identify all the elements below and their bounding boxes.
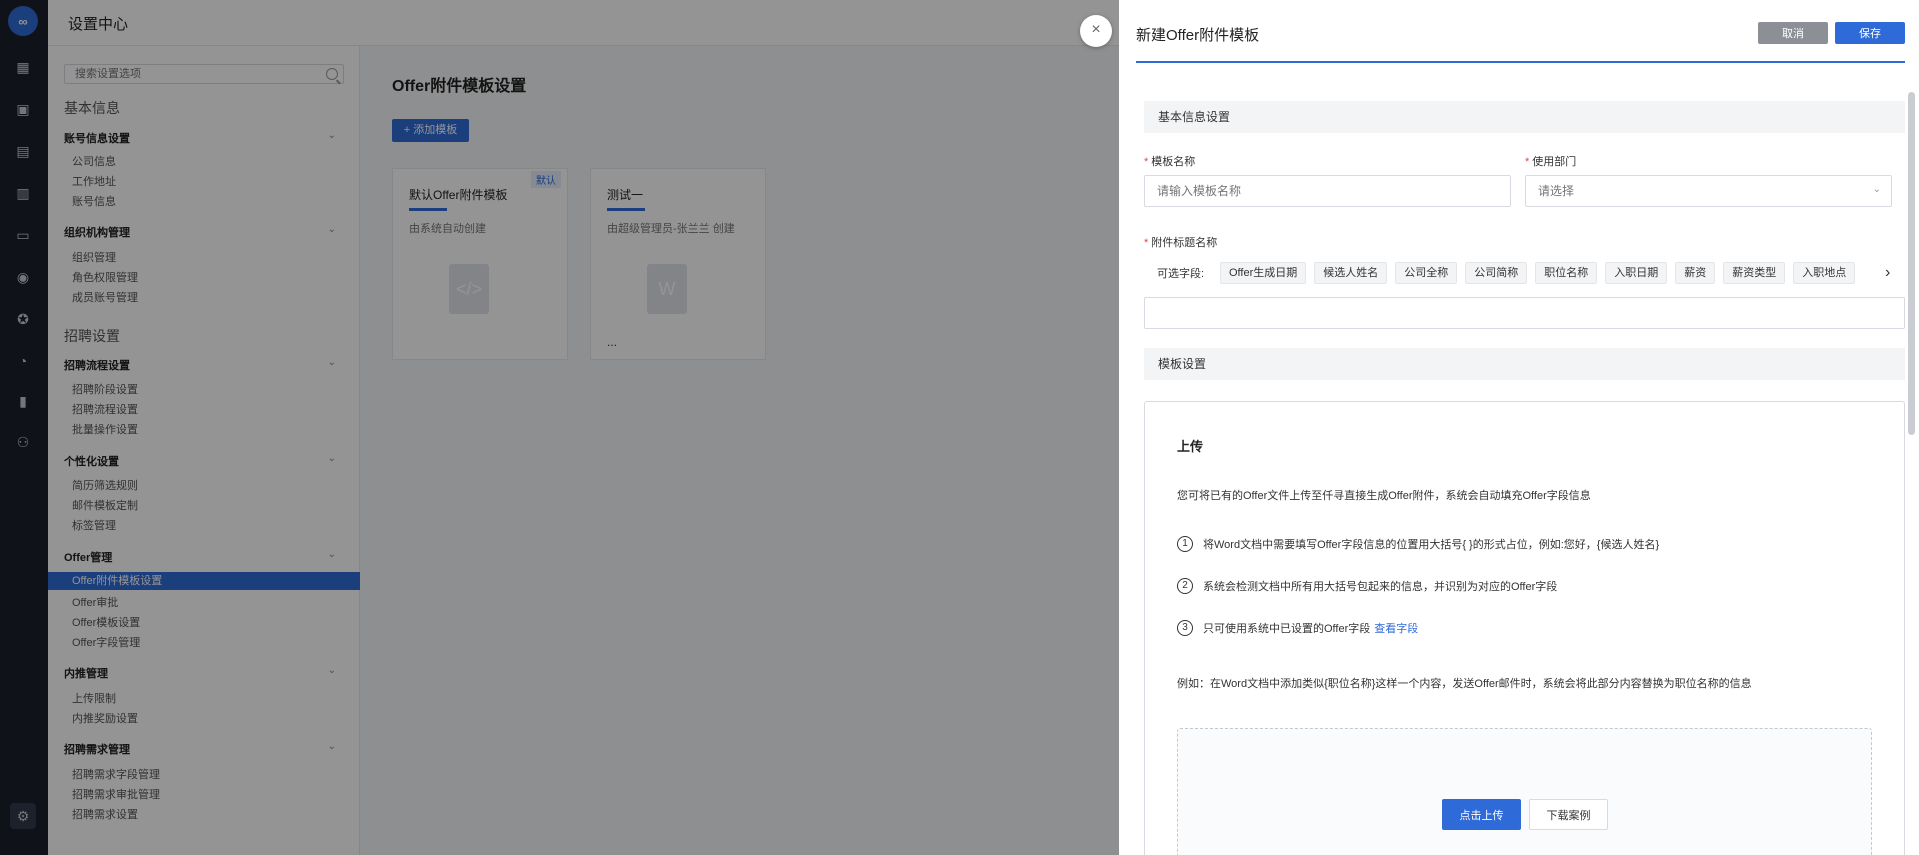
basic-info-section: 基本信息设置: [1144, 101, 1905, 133]
upload-dropzone[interactable]: [1177, 728, 1872, 855]
dept-select-input[interactable]: [1526, 176, 1891, 206]
attach-title-input[interactable]: [1145, 298, 1904, 328]
field-chip[interactable]: 公司简称: [1465, 262, 1528, 284]
dept-label: * 使用部门: [1525, 156, 1577, 168]
template-name-field[interactable]: [1144, 175, 1511, 207]
upload-title: 上传: [1177, 439, 1204, 454]
new-template-drawer: 新建Offer附件模板 取消 保存 基本信息设置 *模板名称 *使用部门 ⌄ *…: [1119, 0, 1919, 855]
upload-button[interactable]: 点击上传: [1442, 799, 1521, 830]
upload-step-3: 3 只可使用系统中已设置的Offer字段 查看字段: [1177, 620, 1418, 636]
template-name-label: * 模板名称: [1144, 156, 1196, 168]
view-fields-link[interactable]: 查看字段: [1374, 620, 1418, 636]
optional-fields-label: 可选字段:: [1157, 268, 1205, 280]
field-chip[interactable]: 公司全称: [1395, 262, 1458, 284]
step-text: 系统会检测文档中所有用大括号包起来的信息，并识别为对应的Offer字段: [1203, 581, 1558, 593]
template-settings-section: 模板设置: [1144, 348, 1905, 380]
step-number: 2: [1177, 578, 1193, 594]
attach-title-field[interactable]: [1144, 297, 1905, 329]
drawer-title: 新建Offer附件模板: [1136, 27, 1260, 44]
field-chip[interactable]: 薪资: [1675, 262, 1716, 284]
upload-step-2: 2 系统会检测文档中所有用大括号包起来的信息，并识别为对应的Offer字段: [1177, 578, 1557, 594]
field-chip[interactable]: 候选人姓名: [1314, 262, 1388, 284]
step-text: 只可使用系统中已设置的Offer字段: [1203, 623, 1371, 635]
upload-step-1: 1 将Word文档中需要填写Offer字段信息的位置用大括号{ }的形式占位，例…: [1177, 536, 1659, 552]
template-name-input[interactable]: [1145, 176, 1510, 206]
download-example-button[interactable]: 下载案例: [1529, 799, 1608, 830]
cancel-button[interactable]: 取消: [1758, 22, 1828, 44]
step-number: 3: [1177, 620, 1193, 636]
attach-title-label: * 附件标题名称: [1144, 237, 1218, 249]
close-icon[interactable]: ×: [1080, 15, 1112, 47]
field-chip[interactable]: 职位名称: [1535, 262, 1598, 284]
title-divider: [1136, 61, 1905, 63]
field-chip[interactable]: 入职日期: [1605, 262, 1668, 284]
field-chip[interactable]: 入职地点: [1793, 262, 1856, 284]
field-chips: Offer生成日期 候选人姓名 公司全称 公司简称 职位名称 入职日期 薪资 薪…: [1220, 262, 1856, 284]
save-button[interactable]: 保存: [1835, 22, 1905, 44]
chevron-down-icon[interactable]: ⌄: [1873, 184, 1881, 195]
dept-select[interactable]: ⌄: [1525, 175, 1892, 207]
drawer-scrollbar[interactable]: [1908, 92, 1915, 435]
step-number: 1: [1177, 536, 1193, 552]
upload-example: 例如：在Word文档中添加类似{职位名称}这样一个内容，发送Offer邮件时，系…: [1177, 678, 1752, 690]
chevron-right-icon[interactable]: ›: [1885, 264, 1890, 282]
upload-description: 您可将已有的Offer文件上传至仟寻直接生成Offer附件，系统会自动填充Off…: [1177, 490, 1591, 502]
step-text: 将Word文档中需要填写Offer字段信息的位置用大括号{ }的形式占位，例如:…: [1203, 539, 1660, 551]
modal-backdrop[interactable]: [0, 0, 1119, 855]
field-chip[interactable]: Offer生成日期: [1220, 262, 1307, 284]
field-chip[interactable]: 薪资类型: [1723, 262, 1786, 284]
